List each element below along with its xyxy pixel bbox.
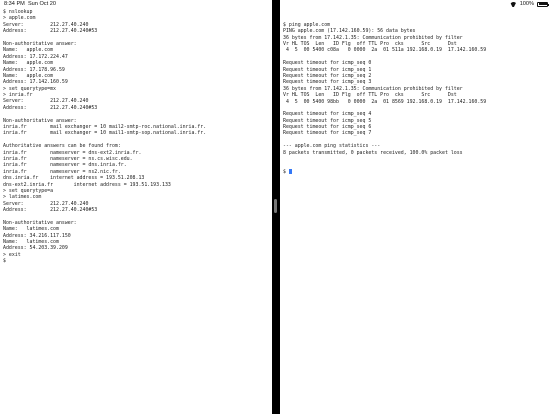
battery-icon (537, 1, 549, 7)
right-terminal-output: $ ping apple.com PING apple.com (17.142.1… (283, 22, 552, 156)
terminal-line: $ (3, 258, 6, 265)
battery-level (538, 3, 547, 5)
terminal-line: 8 packets transmitted, 0 packets receive… (283, 149, 463, 156)
status-time: 8:34 PM (4, 1, 25, 7)
text-cursor (288, 168, 292, 174)
terminal-prompt-line[interactable]: $ (283, 168, 552, 175)
left-terminal-pane[interactable]: $ nslookup > apple.com Server: 212.27.40.2… (0, 9, 275, 414)
status-bar-right: 100% (510, 1, 549, 7)
right-terminal-pane[interactable]: $ ping apple.com PING apple.com (17.142.1… (280, 9, 552, 414)
split-view-handle[interactable] (274, 199, 277, 213)
status-date: Sun Oct 20 (27, 1, 56, 7)
wifi-icon (510, 2, 517, 7)
battery-percent: 100% (519, 1, 534, 7)
status-bar-left: 8:34 PM Sun Oct 20 (4, 1, 56, 7)
